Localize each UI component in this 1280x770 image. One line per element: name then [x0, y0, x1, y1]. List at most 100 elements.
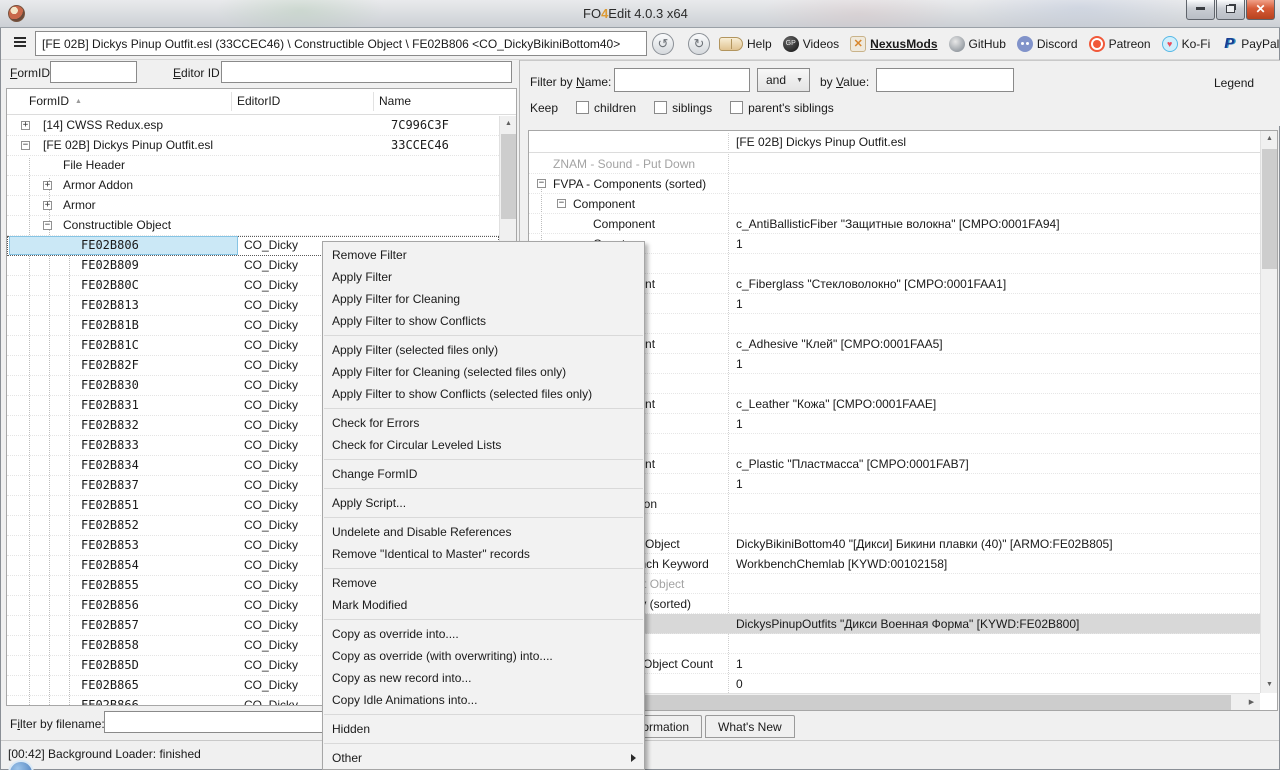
- grid-plugin-column-header[interactable]: [FE 02B] Dickys Pinup Outfit.esl: [736, 135, 906, 149]
- link-github[interactable]: GitHub: [949, 36, 1006, 52]
- menu-item-check-for-circular-leveled-lists[interactable]: Check for Circular Leveled Lists: [323, 434, 644, 456]
- expand-icon[interactable]: +: [21, 121, 30, 130]
- formid-input[interactable]: [50, 61, 137, 83]
- link-help[interactable]: Help: [719, 37, 772, 51]
- detail-row[interactable]: −FVPA - Components (sorted): [529, 174, 1260, 194]
- tree-row[interactable]: −[FE 02B] Dickys Pinup Outfit.esl33CCEC4…: [7, 136, 499, 156]
- tree-row[interactable]: + Armor: [7, 196, 499, 216]
- breadcrumb[interactable]: [35, 31, 647, 56]
- menu-separator: [324, 408, 643, 409]
- scroll-up-icon[interactable]: ▲: [1261, 131, 1278, 147]
- menu-separator: [324, 459, 643, 460]
- menu-item-copy-idle-animations-into[interactable]: Copy Idle Animations into...: [323, 689, 644, 711]
- menu-item-apply-script[interactable]: Apply Script...: [323, 492, 644, 514]
- tree-row[interactable]: −Constructible Object: [7, 216, 499, 236]
- editorid-cell: CO_Dicky: [244, 638, 298, 652]
- menu-item-remove[interactable]: Remove: [323, 572, 644, 594]
- field-value: 1: [736, 657, 743, 671]
- menu-item-apply-filter-for-cleaning[interactable]: Apply Filter for Cleaning: [323, 288, 644, 310]
- main-menu-icon[interactable]: [14, 37, 26, 50]
- menu-item-apply-filter-to-show-conflicts-selected-files-only[interactable]: Apply Filter to show Conflicts (selected…: [323, 383, 644, 405]
- filter-by-name-label: Filter by Name:: [530, 75, 611, 89]
- menu-item-apply-filter-selected-files-only[interactable]: Apply Filter (selected files only): [323, 339, 644, 361]
- link-paypal[interactable]: PPayPal: [1221, 36, 1279, 52]
- expand-icon[interactable]: +: [43, 181, 52, 190]
- tree-scrollbar-thumb[interactable]: [501, 134, 516, 219]
- menu-item-apply-filter[interactable]: Apply Filter: [323, 266, 644, 288]
- menu-item-change-formid[interactable]: Change FormID: [323, 463, 644, 485]
- menu-item-copy-as-override-into[interactable]: Copy as override into....: [323, 623, 644, 645]
- checkbox-children[interactable]: [576, 101, 589, 114]
- link-label: Videos: [803, 37, 839, 51]
- field-value: 1: [736, 237, 743, 251]
- menu-item-remove-filter[interactable]: Remove Filter: [323, 244, 644, 266]
- scroll-right-icon[interactable]: ▶: [1243, 694, 1260, 711]
- collapse-icon[interactable]: −: [537, 179, 546, 188]
- menu-item-apply-filter-to-show-conflicts[interactable]: Apply Filter to show Conflicts: [323, 310, 644, 332]
- filter-by-name-input[interactable]: [614, 68, 750, 92]
- restore-button[interactable]: [1216, 0, 1245, 20]
- link-label: Patreon: [1109, 37, 1151, 51]
- grid-vertical-scrollbar[interactable]: ▲ ▼: [1260, 131, 1277, 693]
- editorid-input[interactable]: [221, 61, 512, 83]
- checkbox-parent-s-siblings[interactable]: [730, 101, 743, 114]
- menu-item-check-for-errors[interactable]: Check for Errors: [323, 412, 644, 434]
- tree-row[interactable]: +Armor Addon: [7, 176, 499, 196]
- scroll-down-icon[interactable]: ▼: [1261, 677, 1278, 693]
- field-value: 1: [736, 477, 743, 491]
- menu-item-remove-identical-to-master-records[interactable]: Remove "Identical to Master" records: [323, 543, 644, 565]
- menu-item-undelete-and-disable-references[interactable]: Undelete and Disable References: [323, 521, 644, 543]
- forward-button[interactable]: ↻: [688, 33, 710, 55]
- link-label: NexusMods: [870, 37, 937, 51]
- kofi-icon: ♥: [1162, 36, 1178, 52]
- minimize-button[interactable]: [1186, 0, 1215, 20]
- editorid-cell: CO_Dicky: [244, 238, 298, 252]
- detail-row[interactable]: −Component: [529, 194, 1260, 214]
- column-header-formid[interactable]: FormID▲: [29, 94, 82, 108]
- editorid-cell: CO_Dicky: [244, 338, 298, 352]
- discord-icon: [1017, 36, 1033, 52]
- column-header-name[interactable]: Name: [379, 94, 411, 108]
- formid-cell: FE02B81B: [81, 318, 139, 332]
- close-button[interactable]: ✕: [1246, 0, 1275, 20]
- context-menu: Remove FilterApply FilterApply Filter fo…: [322, 241, 645, 770]
- status-message: [00:42] Background Loader: finished: [8, 747, 201, 761]
- scroll-up-icon[interactable]: ▲: [500, 116, 517, 132]
- link-discord[interactable]: Discord: [1017, 36, 1078, 52]
- menu-item-copy-as-new-record-into[interactable]: Copy as new record into...: [323, 667, 644, 689]
- editorid-cell: CO_Dicky: [244, 318, 298, 332]
- menu-item-other[interactable]: Other: [323, 747, 644, 769]
- back-button[interactable]: ↺: [652, 33, 674, 55]
- field-value: DickysPinupOutfits "Дикси Военная Форма"…: [736, 617, 1079, 631]
- grid-scrollbar-thumb[interactable]: [1262, 149, 1277, 269]
- checkbox-siblings[interactable]: [654, 101, 667, 114]
- link-nexusmods[interactable]: ✕NexusMods: [850, 36, 937, 52]
- menu-item-mark-modified[interactable]: Mark Modified: [323, 594, 644, 616]
- collapse-icon[interactable]: −: [43, 221, 52, 230]
- detail-row[interactable]: Componentc_AntiBallisticFiber "Защитные …: [529, 214, 1260, 234]
- formid-cell: FE02B80C: [81, 278, 139, 292]
- group-name: Armor: [63, 198, 96, 212]
- collapse-icon[interactable]: −: [557, 199, 566, 208]
- filter-operator-select[interactable]: and▼: [757, 68, 810, 92]
- expand-icon[interactable]: +: [43, 201, 52, 210]
- link-ko-fi[interactable]: ♥Ko-Fi: [1162, 36, 1211, 52]
- tab-what-s-new[interactable]: What's New: [705, 715, 795, 738]
- link-videos[interactable]: GPVideos: [783, 36, 839, 52]
- collapse-icon[interactable]: −: [21, 141, 30, 150]
- menu-item-copy-as-override-with-overwriting-into[interactable]: Copy as override (with overwriting) into…: [323, 645, 644, 667]
- detail-row[interactable]: ZNAM - Sound - Put Down: [529, 154, 1260, 174]
- formid-cell: FE02B85D: [81, 658, 139, 672]
- column-header-editorid[interactable]: EditorID: [237, 94, 280, 108]
- tree-row[interactable]: +[14] CWSS Redux.esp7C996C3F: [7, 116, 499, 136]
- by-value-input[interactable]: [876, 68, 1014, 92]
- legend-button[interactable]: Legend: [1214, 76, 1254, 90]
- menu-separator: [324, 517, 643, 518]
- tree-row[interactable]: File Header: [7, 156, 499, 176]
- menu-item-apply-filter-for-cleaning-selected-files-only[interactable]: Apply Filter for Cleaning (selected file…: [323, 361, 644, 383]
- group-name: File Header: [63, 158, 125, 172]
- link-patreon[interactable]: Patreon: [1089, 36, 1151, 52]
- editorid-cell: CO_Dicky: [244, 258, 298, 272]
- menu-item-hidden[interactable]: Hidden: [323, 718, 644, 740]
- filter-by-filename-input[interactable]: [104, 711, 344, 733]
